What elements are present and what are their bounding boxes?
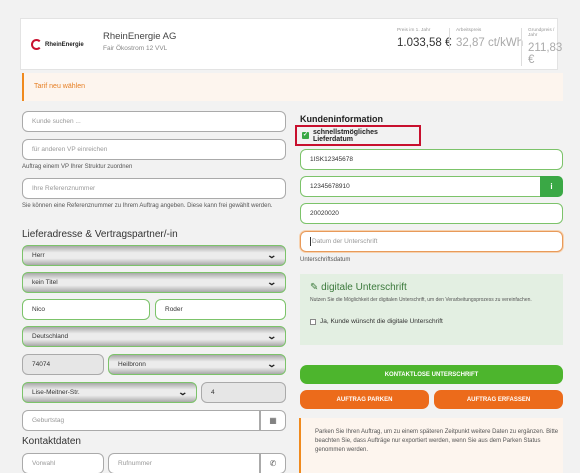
price-label: Arbeitspreis (456, 28, 482, 33)
digital-signature-checkbox[interactable]: Ja, Kunde wünscht die digitale Unterschr… (310, 318, 443, 325)
reference-helper: Sie können eine Referenznummer zu Ihrem … (22, 203, 273, 209)
area-code-input[interactable]: Vorwahl (22, 453, 104, 473)
digital-signature-title: ✎ digitale Unterschrift (310, 282, 407, 293)
delivery-heading: Lieferadresse & Vertragspartner/-in (22, 229, 178, 240)
other-vp-helper: Auftrag einem VP Ihrer Struktur zuordnen (22, 164, 133, 170)
price-base: Grundpreis / Jahr 211,83 € (521, 28, 562, 66)
price-value: 211,83 € (528, 42, 563, 66)
rheinenergie-logo-icon (31, 39, 42, 50)
price-first-year: Preis im 1. Jahr 1.033,58 € (391, 28, 451, 49)
price-value: 32,87 ct/kWh (456, 37, 524, 49)
price-label: Preis im 1. Jahr (397, 28, 431, 33)
customer-info-field-1[interactable]: 1ISK12345678 (300, 149, 563, 170)
tariff-card: RheinEnergie RheinEnergie AG Fair Ökostr… (20, 18, 562, 70)
digital-signature-title-text: digitale Unterschrift (321, 282, 407, 293)
first-name-input[interactable]: Nico (22, 299, 150, 320)
express-delivery-checkbox[interactable]: ✓ schnellstmögliches Lieferdatum (295, 125, 421, 146)
zip-input[interactable]: 74074 (22, 354, 104, 375)
provider-logo: RheinEnergie (31, 39, 84, 50)
birthday-input[interactable]: Geburtstag (22, 410, 260, 431)
contactless-signature-button[interactable]: Kontaktlose Unterschrift (300, 365, 563, 384)
phone-icon: ✆ (260, 453, 286, 473)
park-order-button[interactable]: Auftrag parken (300, 390, 429, 409)
checkbox-unchecked-icon[interactable] (310, 318, 316, 325)
customer-info-heading: Kundeninformation (300, 114, 383, 124)
street-select[interactable]: Lise-Meitner-Str. ⌄ (22, 382, 197, 403)
park-info-note: Parken Sie Ihren Auftrag, um zu einem sp… (299, 418, 563, 473)
reference-number-input[interactable]: Ihre Referenznummer (22, 178, 286, 199)
customer-info-field-3[interactable]: 20020020 (300, 203, 563, 224)
express-delivery-label: schnellstmögliches Lieferdatum (312, 128, 378, 143)
price-value: 1.033,58 € (397, 37, 452, 49)
pencil-icon: ✎ (310, 282, 319, 293)
salutation-value: Herr (32, 252, 45, 259)
other-vp-input[interactable]: für anderen VP einreichen (22, 139, 286, 160)
submit-order-button[interactable]: Auftrag erfassen (434, 390, 563, 409)
digital-signature-panel: ✎ digitale Unterschrift Nutzen Sie die M… (300, 274, 563, 345)
logo-text: RheinEnergie (45, 41, 84, 48)
digital-signature-desc: Nutzen Sie die Möglichkeit der digitalen… (310, 297, 532, 303)
house-number-input[interactable]: 4 (201, 382, 286, 403)
checkbox-checked-icon[interactable]: ✓ (302, 132, 309, 139)
price-work: Arbeitspreis 32,87 ct/kWh (449, 28, 523, 49)
last-name-input[interactable]: Roder (155, 299, 286, 320)
chevron-down-icon: ⌄ (266, 277, 278, 287)
customer-search-input[interactable]: Kunde suchen ... (22, 111, 286, 132)
phone-number-input[interactable]: Rufnummer (108, 453, 260, 473)
signature-date-placeholder: Datum der Unterschrift (312, 238, 378, 245)
customer-info-field-2[interactable]: 12345678910 (300, 176, 541, 197)
title-value: kein Titel (32, 279, 58, 286)
tariff-reselect-link[interactable]: Tarif neu wählen (34, 83, 85, 90)
calendar-icon[interactable]: ▦ (260, 410, 286, 431)
park-info-text: Parken Sie Ihren Auftrag, um zu einem sp… (315, 429, 559, 453)
provider-name: RheinEnergie AG (103, 31, 177, 42)
signature-date-input[interactable]: Datum der Unterschrift (300, 231, 563, 252)
contact-heading: Kontaktdaten (22, 436, 81, 447)
salutation-select[interactable]: Herr ⌄ (22, 245, 286, 266)
chevron-down-icon: ⌄ (177, 387, 189, 397)
chevron-down-icon: ⌄ (266, 331, 278, 341)
chevron-down-icon: ⌄ (266, 359, 278, 369)
signature-date-label: Unterschriftsdatum (300, 257, 351, 263)
title-select[interactable]: kein Titel ⌄ (22, 272, 286, 293)
country-value: Deutschland (32, 333, 69, 340)
tariff-reselect-alert[interactable]: Tarif neu wählen (22, 73, 563, 101)
text-cursor (310, 237, 311, 246)
city-value: Heilbronn (118, 361, 146, 368)
country-select[interactable]: Deutschland ⌄ (22, 326, 286, 347)
info-icon[interactable]: i (540, 176, 563, 197)
chevron-down-icon: ⌄ (266, 250, 278, 260)
street-value: Lise-Meitner-Str. (32, 389, 80, 396)
city-select[interactable]: Heilbronn ⌄ (108, 354, 286, 375)
digital-signature-checkbox-label: Ja, Kunde wünscht die digitale Unterschr… (320, 318, 443, 325)
price-label: Grundpreis / Jahr (528, 28, 555, 38)
tariff-name: Fair Ökostrom 12 VVL (103, 45, 168, 52)
